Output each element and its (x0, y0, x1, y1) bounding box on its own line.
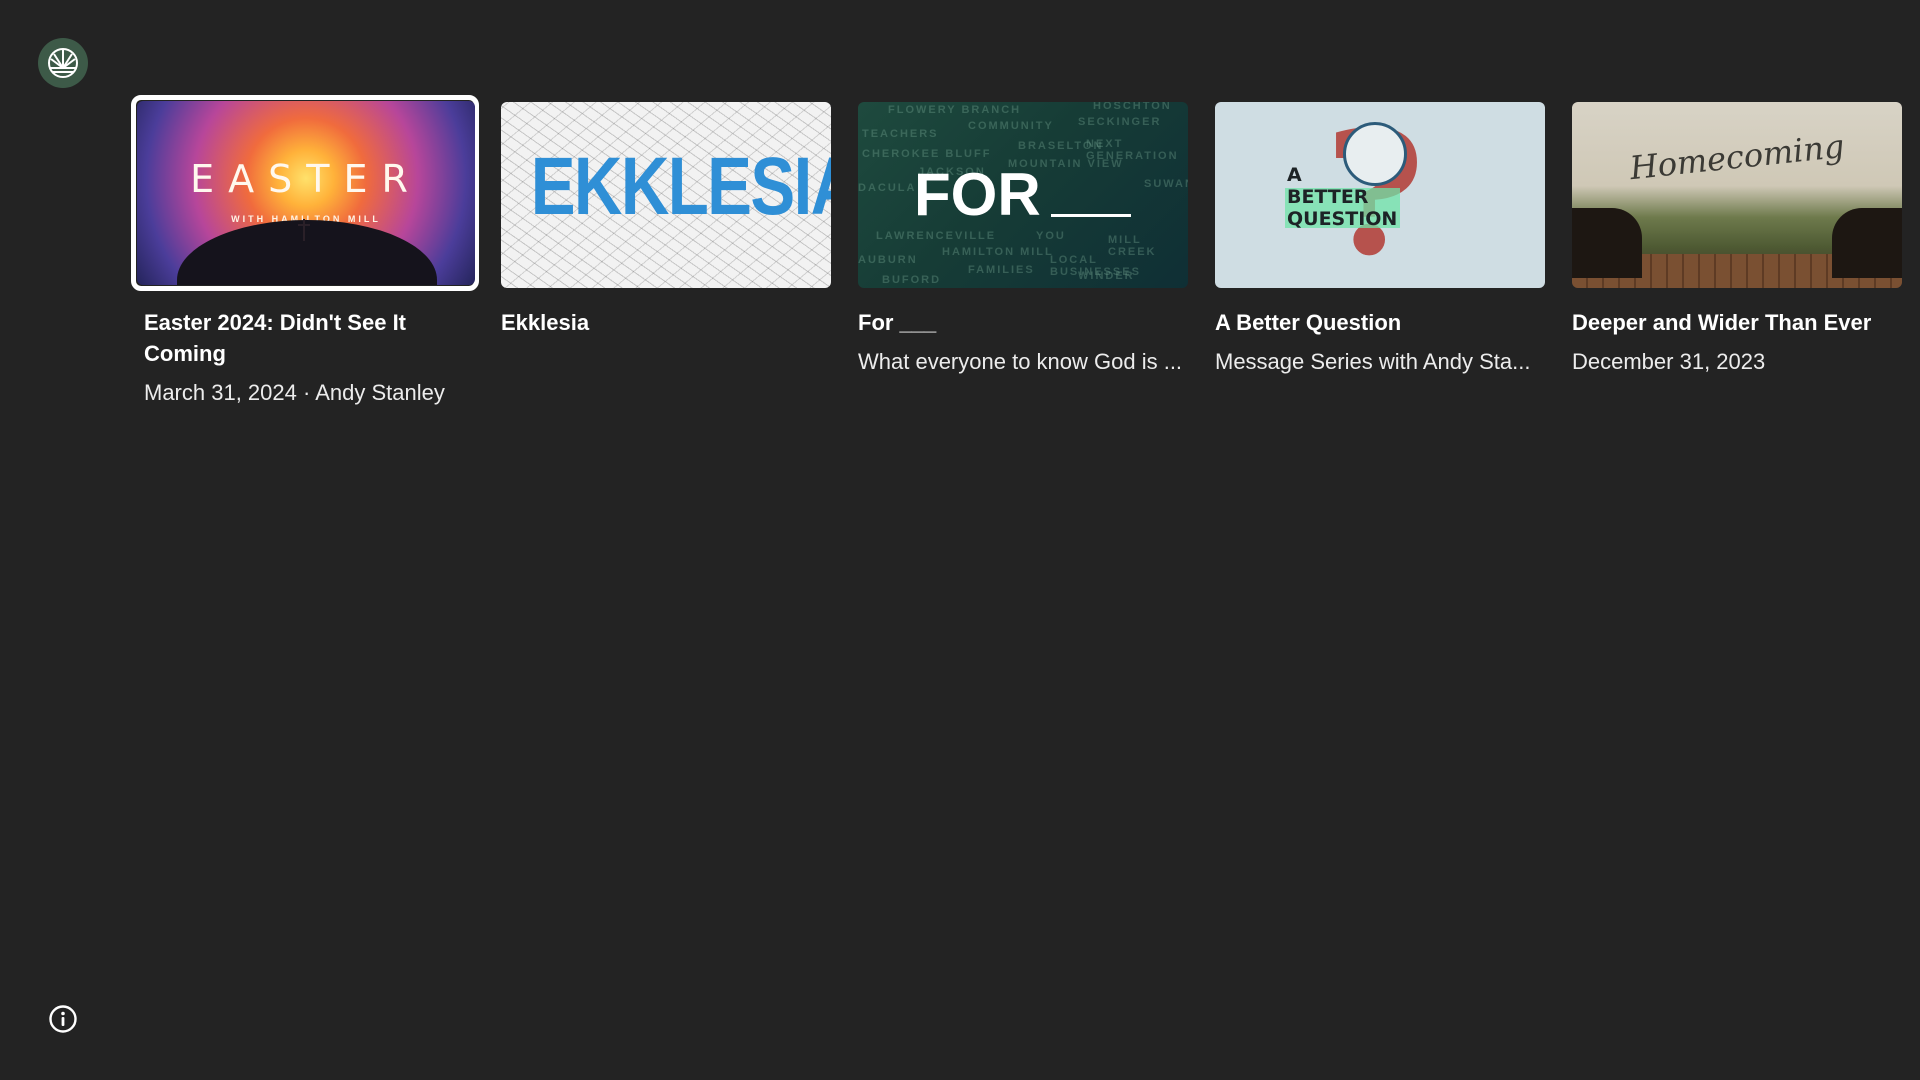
cross-icon (298, 219, 310, 241)
series-shelf: EASTER WITH HAMILTON MILL Easter 2024: D… (0, 0, 1920, 1080)
info-icon (49, 1005, 77, 1033)
series-card-ekklesia[interactable]: EKKLESIA Ekklesia (501, 102, 831, 335)
series-card-deeper-and-wider[interactable]: Homecoming Deeper and Wider Than Ever De… (1572, 102, 1902, 374)
series-thumbnail: Homecoming (1572, 102, 1902, 288)
series-thumbnail: EASTER WITH HAMILTON MILL (137, 101, 475, 285)
info-button[interactable] (47, 1003, 79, 1035)
artwork-bg-word: LAWRENCEVILLE (876, 230, 997, 242)
series-card-for[interactable]: FLOWERY BRANCH HOSCHTON COMMUNITY SECKIN… (858, 102, 1188, 374)
artwork-title-line: BETTER (1287, 186, 1369, 208)
series-title: A Better Question (1215, 310, 1402, 335)
artwork-title: Homecoming (1627, 126, 1847, 188)
app-root: EASTER WITH HAMILTON MILL Easter 2024: D… (0, 0, 1920, 1080)
series-title: For ___ (858, 310, 937, 335)
series-card-a-better-question[interactable]: ? A BETTER QUESTION A Better Question Me… (1215, 102, 1545, 374)
artwork-chair (1832, 208, 1902, 278)
artwork-blank-line (1051, 214, 1131, 217)
series-subtitle: March 31, 2024 · Andy Stanley (144, 380, 445, 405)
artwork-bg-word: BUFORD (882, 274, 942, 286)
artwork-bg-word: FLOWERY BRANCH (888, 104, 1022, 116)
artwork-title: EKKLESIA (530, 141, 831, 232)
artwork-title: A BETTER QUESTION (1287, 164, 1397, 230)
series-thumbnail: FLOWERY BRANCH HOSCHTON COMMUNITY SECKIN… (858, 102, 1188, 288)
series-title: Deeper and Wider Than Ever (1572, 310, 1872, 335)
series-thumbnail: EKKLESIA (501, 102, 831, 288)
artwork-bg-word: WINDER (1078, 270, 1135, 282)
series-subtitle: What everyone to know God is ... (858, 349, 1183, 374)
artwork-bg-word: HOSCHTON (1093, 102, 1172, 112)
artwork-title: FOR (914, 161, 1041, 228)
artwork-bg-word: HAMILTON MILL (942, 246, 1054, 258)
artwork-bg-word: CHEROKEE BLUFF (862, 148, 992, 160)
artwork-title-line: A (1287, 164, 1302, 186)
series-subtitle: December 31, 2023 (1572, 349, 1766, 374)
series-title: Ekklesia (501, 310, 590, 335)
artwork-bg-word: TEACHERS (862, 128, 939, 140)
series-title: Easter 2024: Didn't See It Coming (144, 310, 407, 366)
artwork-bg-word: SECKINGER (1078, 116, 1162, 128)
series-thumbnail: ? A BETTER QUESTION (1215, 102, 1545, 288)
artwork-title: EASTER (190, 157, 422, 201)
artwork-chair (1572, 208, 1642, 278)
artwork-bg-word: SUWANEE (1144, 178, 1188, 190)
artwork-bg-word: COMMUNITY (968, 120, 1054, 132)
series-subtitle: Message Series with Andy Sta... (1215, 349, 1531, 374)
artwork-title-line: QUESTION (1287, 208, 1398, 230)
artwork-bg-word: DACULA (858, 182, 917, 194)
artwork-bg-word: AUBURN (858, 254, 918, 266)
artwork-bg-word: YOU (1036, 230, 1066, 242)
series-card-easter-2024[interactable]: EASTER WITH HAMILTON MILL Easter 2024: D… (137, 101, 475, 405)
artwork-bg-word: FAMILIES (968, 264, 1035, 276)
